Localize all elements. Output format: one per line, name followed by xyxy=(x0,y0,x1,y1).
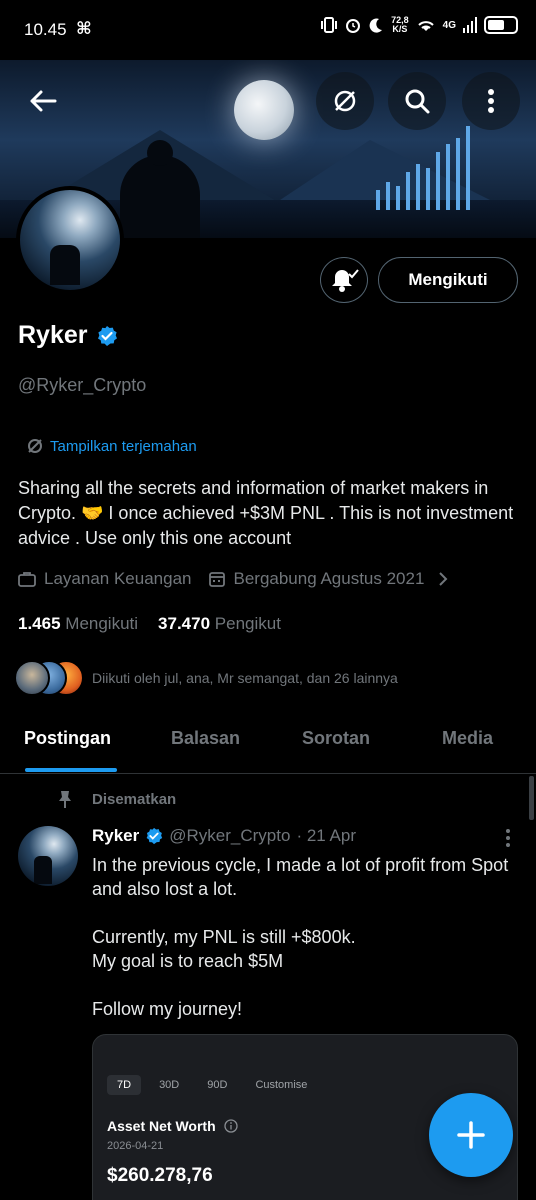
plus-icon xyxy=(457,1121,485,1149)
followed-by-text: Diikuti oleh jul, ana, Mr semangat, dan … xyxy=(92,670,398,686)
profile-category: Layanan Keuangan xyxy=(44,569,192,588)
tab-replies[interactable]: Balasan xyxy=(171,728,240,749)
post-more-button[interactable] xyxy=(498,826,518,850)
search-icon xyxy=(405,89,430,114)
card-title: Asset Net Worth xyxy=(107,1118,238,1134)
wifi-icon xyxy=(417,21,434,31)
grok-small-icon xyxy=(28,439,42,453)
signal-icon xyxy=(463,17,477,33)
show-translation-link[interactable]: Tampilkan terjemahan xyxy=(26,437,197,455)
banner-candles xyxy=(376,120,496,210)
card-tab-90d: 90D xyxy=(207,1079,228,1091)
followed-by-row[interactable]: Diikuti oleh jul, ana, Mr semangat, dan … xyxy=(14,660,398,696)
battery-icon xyxy=(484,16,518,34)
status-time: 10.45 xyxy=(24,20,67,39)
card-tab-30d: 30D xyxy=(159,1079,180,1091)
followers-count-link[interactable]: 37.470 Pengikut xyxy=(158,614,281,634)
pinned-label: Disematkan xyxy=(56,789,176,809)
search-button[interactable] xyxy=(388,72,446,130)
status-icons: 72,8 K/S 4G xyxy=(320,16,518,34)
profile-meta: Layanan Keuangan Bergabung Agustus 2021 xyxy=(18,569,450,589)
follower-avatars xyxy=(14,660,84,696)
card-tab-7d: 7D xyxy=(107,1075,142,1095)
verified-badge-icon xyxy=(146,827,163,845)
arrow-left-icon xyxy=(30,90,57,112)
post-author-name[interactable]: Ryker xyxy=(92,826,139,846)
notifications-button[interactable] xyxy=(320,257,368,303)
profile-bio: Sharing all the secrets and information … xyxy=(18,478,514,548)
pin-icon xyxy=(59,791,71,808)
follower-avatar xyxy=(14,660,50,696)
tab-highlights[interactable]: Sorotan xyxy=(302,728,370,749)
translate-toggle-button[interactable] xyxy=(316,72,374,130)
following-button[interactable]: Mengikuti xyxy=(378,257,518,303)
banner-samurai xyxy=(120,155,200,238)
profile-tabs: Postingan Balasan Sorotan Media xyxy=(0,714,536,774)
bell-check-icon xyxy=(332,269,359,292)
calendar-icon xyxy=(209,572,226,587)
card-tab-customise: Customise xyxy=(255,1079,308,1091)
back-button[interactable] xyxy=(14,72,72,130)
network-type: 4G xyxy=(442,19,456,31)
profile-avatar[interactable] xyxy=(16,186,124,294)
moon-icon xyxy=(369,18,383,33)
post-header: Ryker @Ryker_Crypto · 21 Apr xyxy=(92,826,356,846)
verified-badge-icon xyxy=(97,325,117,346)
tab-media[interactable]: Media xyxy=(442,728,493,749)
profile-name: Ryker xyxy=(18,321,88,349)
post-author-handle: @Ryker_Crypto xyxy=(169,826,291,845)
follow-counts: 1.465 Mengikuti 37.470 Pengikut xyxy=(18,614,281,634)
status-bar: 10.45 ⌘ 72,8 K/S 4G xyxy=(0,0,536,60)
profile-joined: Bergabung Agustus 2021 xyxy=(233,569,425,588)
profile-name-row: Ryker xyxy=(18,321,118,350)
network-speed: 72,8 K/S xyxy=(391,15,409,34)
active-tab-indicator xyxy=(25,768,117,772)
more-options-button[interactable] xyxy=(462,72,520,130)
post-text: In the previous cycle, I made a lot of p… xyxy=(92,855,509,1019)
more-vertical-icon xyxy=(488,89,494,113)
more-dot xyxy=(506,829,510,833)
capcut-notification-icon: ⌘ xyxy=(76,19,92,38)
scrollbar[interactable] xyxy=(529,776,534,820)
briefcase-icon xyxy=(18,572,36,587)
compose-post-button[interactable] xyxy=(429,1093,513,1177)
chevron-right-icon[interactable] xyxy=(436,571,450,587)
alarm-icon xyxy=(346,19,361,33)
info-icon xyxy=(224,1119,238,1133)
card-date: 2026-04-21 xyxy=(107,1140,164,1152)
card-range-tabs: 7D 30D 90D Customise xyxy=(107,1075,317,1095)
tab-posts[interactable]: Postingan xyxy=(24,728,111,749)
grok-icon xyxy=(334,90,356,112)
post-time: · 21 Apr xyxy=(296,826,356,845)
post-author-avatar[interactable] xyxy=(18,826,78,886)
vibrate-icon xyxy=(321,17,338,33)
card-value: $260.278,76 xyxy=(107,1165,213,1186)
following-count-link[interactable]: 1.465 Mengikuti xyxy=(18,614,138,634)
profile-handle: @Ryker_Crypto xyxy=(18,375,147,395)
